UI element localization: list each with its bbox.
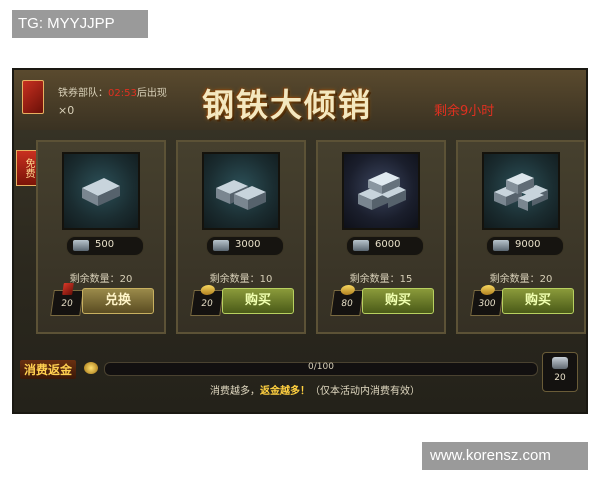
stock-info: 剩余数量：15 [318, 270, 444, 285]
remaining-time: 剩余9小时 [434, 104, 495, 119]
coupon-label: 铁券部队： [58, 88, 108, 99]
stock-count: 20 [119, 274, 133, 285]
rebate-label: 消费返金 [20, 360, 77, 379]
steel-item-image[interactable] [202, 152, 280, 230]
gold-ingot-icon [340, 285, 356, 295]
steel-item-image[interactable] [62, 152, 140, 230]
shop-card-1: 500 剩余数量：20 20 兑换 [36, 140, 166, 334]
coupon-timer: 铁券部队：02:53后出现 [58, 84, 167, 99]
steel-mini-icon [73, 240, 89, 251]
steel-mini-icon [213, 240, 229, 251]
steel-ingot-icon [494, 173, 548, 211]
shop-card-2: 3000 剩余数量：10 20 购买 [176, 140, 306, 334]
purchase-row: 20 兑换 [50, 283, 154, 316]
purchase-row: 20 购买 [190, 285, 294, 316]
steel-amount: 6000 [375, 239, 401, 250]
stock-info: 剩余数量：20 [38, 270, 164, 285]
coupon-count: ×0 [58, 104, 75, 117]
stock-count: 15 [399, 274, 413, 285]
purchase-row: 80 购买 [330, 285, 434, 316]
stock-label: 剩余数量： [489, 274, 540, 285]
stock-info: 剩余数量：20 [458, 270, 584, 285]
price-pill: 3000 [206, 236, 284, 256]
watermark-top: TG: MYYJJPP [12, 10, 148, 38]
stock-count: 20 [539, 274, 553, 285]
stock-label: 剩余数量： [349, 274, 400, 285]
steel-amount: 9000 [515, 239, 541, 250]
price-pill: 500 [66, 236, 144, 256]
shop-card-4: 9000 剩余数量：20 300 购买 [456, 140, 586, 334]
watermark-bottom: www.korensz.com [422, 442, 588, 470]
red-coupon-icon [62, 283, 74, 295]
steel-amount: 500 [95, 239, 115, 250]
steel-sale-panel: 铁券部队：02:53后出现 ×0 钢铁大倾销 剩余9小时 免费 500 剩余数量… [12, 68, 588, 414]
page-title: 钢铁大倾销 [202, 86, 373, 124]
buy-button[interactable]: 购买 [362, 288, 434, 314]
silver-ingot-icon [552, 357, 568, 369]
stock-label: 剩余数量： [209, 274, 260, 285]
cost-box: 80 [330, 285, 364, 316]
stock-info: 剩余数量：10 [178, 270, 304, 285]
gold-coin-icon [84, 362, 98, 374]
cost-amount: 20 [200, 299, 214, 309]
cost-amount: 20 [60, 299, 74, 309]
steel-ingot-icon [216, 180, 266, 210]
steel-ingot-icon [358, 172, 406, 210]
price-pill: 9000 [486, 236, 564, 256]
rebate-progress-text: 0/100 [308, 362, 334, 372]
steel-mini-icon [493, 240, 509, 251]
coupon-time: 02:53 [108, 88, 137, 99]
stock-count: 10 [259, 274, 273, 285]
shop-card-3: 6000 剩余数量：15 80 购买 [316, 140, 446, 334]
buy-button[interactable]: 购买 [502, 288, 574, 314]
buy-button[interactable]: 购买 [222, 288, 294, 314]
note-prefix: 消费越多， [210, 386, 260, 397]
reward-count: 20 [554, 373, 566, 383]
gold-ingot-icon [480, 285, 496, 295]
steel-amount: 3000 [235, 239, 261, 250]
cost-box: 20 [50, 283, 84, 316]
purchase-row: 300 购买 [470, 285, 574, 316]
spend-rebate-section: 消费返金 0/100 20 消费越多，返金越多！（仅本活动内消费有效） [14, 352, 586, 412]
exchange-button[interactable]: 兑换 [82, 288, 154, 314]
rebate-note: 消费越多，返金越多！（仅本活动内消费有效） [210, 382, 420, 397]
cost-box: 20 [190, 285, 224, 316]
gold-ingot-icon [200, 285, 216, 295]
iron-coupon-icon [22, 80, 44, 114]
steel-ingot-icon [82, 178, 120, 206]
steel-mini-icon [353, 240, 369, 251]
cost-amount: 300 [477, 299, 497, 309]
stock-label: 剩余数量： [69, 274, 120, 285]
steel-item-image[interactable] [482, 152, 560, 230]
coupon-suffix: 后出现 [136, 88, 167, 99]
steel-item-image[interactable] [342, 152, 420, 230]
rebate-progress-bar: 0/100 [104, 362, 538, 376]
cost-amount: 80 [340, 299, 354, 309]
price-pill: 6000 [346, 236, 424, 256]
note-suffix: （仅本活动内消费有效） [310, 386, 420, 397]
cost-box: 300 [470, 285, 504, 316]
note-highlight: 返金越多！ [260, 386, 310, 397]
rebate-reward-box[interactable]: 20 [542, 352, 578, 392]
